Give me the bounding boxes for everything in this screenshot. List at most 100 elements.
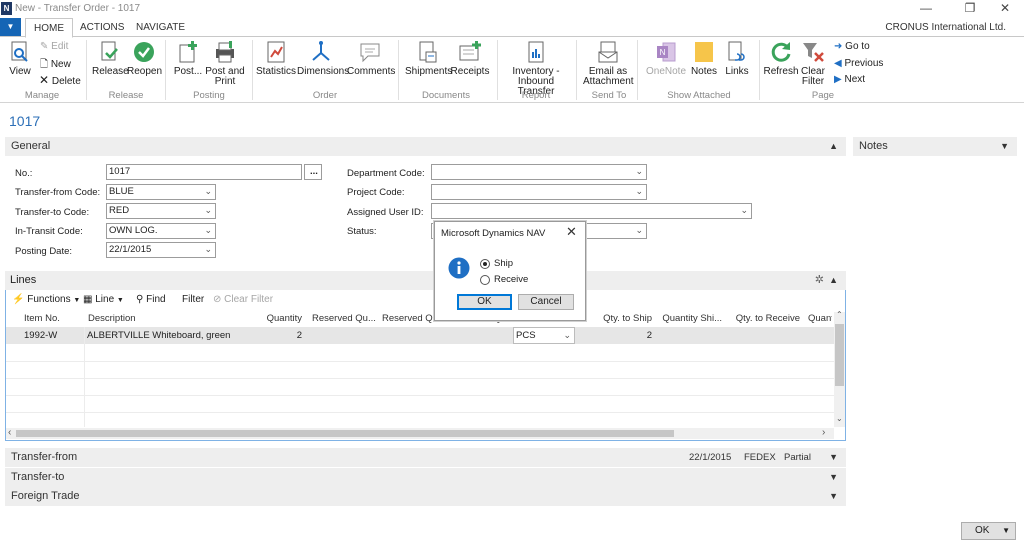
vertical-scrollbar-thumb[interactable] [835, 324, 844, 386]
comments-button[interactable]: Comments [347, 40, 395, 77]
edit-button[interactable]: ✎ Edit [40, 41, 68, 52]
release-button[interactable]: Release [92, 40, 129, 77]
bolt-icon: ⚡ [12, 294, 25, 305]
scroll-up-icon[interactable]: ⌃ [836, 310, 843, 319]
chevron-down-icon: ⌄ [204, 225, 212, 235]
column-header-quantity[interactable]: Quantity [262, 313, 302, 324]
group-label-report: Report [521, 90, 551, 101]
transfer-to-section-header[interactable]: Transfer-to ▼ [5, 468, 846, 487]
cell-unit-of-measure[interactable]: PCS ⌄ [513, 327, 575, 344]
clear-filter-button[interactable]: Clear Filter [800, 40, 826, 87]
clear-filter-icon [803, 43, 824, 62]
previous-button[interactable]: ◀ Previous [834, 58, 883, 69]
go-to-button[interactable]: ➜ Go to [834, 41, 870, 52]
column-header-quantity-shipped[interactable]: Quantity Shi... [660, 313, 722, 324]
restore-button[interactable]: ❐ [956, 0, 984, 18]
no-assist-button[interactable]: ... [304, 164, 322, 180]
grid-icon: ▦ [83, 294, 93, 305]
group-separator [497, 40, 498, 100]
footer-ok-button[interactable]: OK ▼ [961, 522, 1016, 540]
transfer-from-section-header[interactable]: Transfer-from 22/1/2015 FEDEX Partial ▼ [5, 448, 846, 467]
view-button[interactable]: View [6, 40, 34, 77]
functions-menu[interactable]: ⚡ Functions ▼ [12, 294, 80, 305]
tab-navigate[interactable]: NAVIGATE [128, 18, 193, 37]
binoculars-icon: ⚲ [136, 294, 144, 305]
new-button[interactable]: 🗋 New [40, 57, 71, 74]
new-icon: 🗋 [40, 59, 49, 70]
onenote-button[interactable]: N OneNote [645, 40, 687, 77]
scroll-right-icon[interactable]: › [822, 427, 825, 438]
chevron-down-icon: ⌄ [204, 205, 212, 215]
horizontal-scrollbar-thumb[interactable] [16, 430, 674, 437]
dialog-ok-button[interactable]: OK [457, 294, 512, 310]
find-button[interactable]: ⚲ Find [136, 294, 166, 305]
column-header-description[interactable]: Description [88, 313, 228, 324]
group-separator [165, 40, 166, 100]
settings-icon[interactable]: ✲ [815, 271, 824, 290]
notes-section-header[interactable]: Notes ▼ [853, 137, 1017, 156]
delete-icon: ✕ [39, 73, 50, 87]
inventory-inbound-transfer-button[interactable]: Inventory - Inbound Transfer [499, 40, 573, 97]
reopen-button[interactable]: Reopen [127, 40, 162, 77]
post-icon [179, 41, 197, 63]
shipments-button[interactable]: Shipments [405, 40, 452, 77]
lines-section-header[interactable]: Lines ✲ ▲ [5, 271, 846, 290]
group-label-posting: Posting [193, 90, 225, 101]
links-button[interactable]: Links [723, 40, 751, 77]
tab-home[interactable]: HOME [25, 18, 73, 38]
delete-button[interactable]: ✕ Delete [39, 73, 81, 87]
foreign-trade-section-header[interactable]: Foreign Trade ▼ [5, 487, 846, 506]
filter-button[interactable]: Filter [182, 294, 204, 305]
notes-button[interactable]: Notes [689, 40, 719, 77]
transfer-to-code-field[interactable]: RED ⌄ [106, 203, 216, 219]
dialog-close-icon[interactable]: ✕ [566, 224, 577, 240]
column-header-qty-to-ship[interactable]: Qty. to Ship [600, 313, 652, 324]
department-code-field[interactable]: ⌄ [431, 164, 647, 180]
posting-date-field[interactable]: 22/1/2015 ⌄ [106, 242, 216, 258]
line-menu[interactable]: ▦ Line ▼ [83, 294, 124, 305]
next-button[interactable]: ▶ Next [834, 74, 865, 85]
group-separator [759, 40, 760, 100]
statistics-button[interactable]: Statistics [256, 40, 296, 77]
scroll-down-icon[interactable]: ⌄ [836, 414, 843, 423]
refresh-button[interactable]: Refresh [763, 40, 799, 77]
in-transit-code-field[interactable]: OWN LOG. ⌄ [106, 223, 216, 239]
group-label-manage: Manage [24, 90, 60, 101]
column-header-item-no[interactable]: Item No. [24, 313, 82, 324]
printer-icon [216, 41, 234, 63]
transfer-from-code-field[interactable]: BLUE ⌄ [106, 184, 216, 200]
post-button[interactable]: Post... [173, 40, 203, 77]
ship-radio[interactable] [480, 259, 490, 269]
grid-line [6, 395, 834, 396]
chevron-up-icon[interactable]: ▲ [829, 271, 838, 290]
project-code-field[interactable]: ⌄ [431, 184, 647, 200]
column-header-quantity-received[interactable]: Quant [808, 313, 832, 324]
column-header-qty-to-receive[interactable]: Qty. to Receive [734, 313, 800, 324]
cell-qty-to-ship[interactable]: 2 [600, 330, 652, 341]
cell-item-no[interactable]: 1992-W [24, 330, 57, 341]
minimize-button[interactable]: — [912, 0, 940, 18]
general-section-header[interactable]: General ▲ [5, 137, 846, 156]
navigation-menu-button[interactable]: ▼ [0, 18, 21, 36]
grid-line [6, 361, 834, 362]
clear-filter-lines-button[interactable]: ⊘ Clear Filter [213, 294, 273, 305]
group-separator [398, 40, 399, 100]
page-title: 1017 [9, 113, 41, 129]
chevron-down-icon: ▼ [1000, 141, 1009, 151]
email-as-attachment-button[interactable]: Email as Attachment [583, 40, 634, 87]
assigned-user-id-field[interactable]: ⌄ [431, 203, 752, 219]
close-button[interactable]: ✕ [991, 0, 1019, 18]
receive-radio[interactable] [480, 275, 490, 285]
tab-actions[interactable]: ACTIONS [72, 18, 132, 37]
transfer-to-code-label: Transfer-to Code: [15, 207, 90, 218]
post-and-print-button[interactable]: Post and Print [205, 40, 245, 87]
scroll-left-icon[interactable]: ‹ [8, 427, 11, 438]
chevron-down-icon: ⌄ [635, 225, 643, 235]
no-field[interactable]: 1017 [106, 164, 302, 180]
dimensions-button[interactable]: Dimensions [297, 40, 349, 77]
dialog-cancel-button[interactable]: Cancel [518, 294, 574, 310]
cell-description[interactable]: ALBERTVILLE Whiteboard, green [87, 330, 230, 341]
column-header-reserved-qty-1[interactable]: Reserved Qu... [312, 313, 378, 324]
cell-quantity[interactable]: 2 [262, 330, 302, 341]
receipts-button[interactable]: Receipts [450, 40, 490, 77]
